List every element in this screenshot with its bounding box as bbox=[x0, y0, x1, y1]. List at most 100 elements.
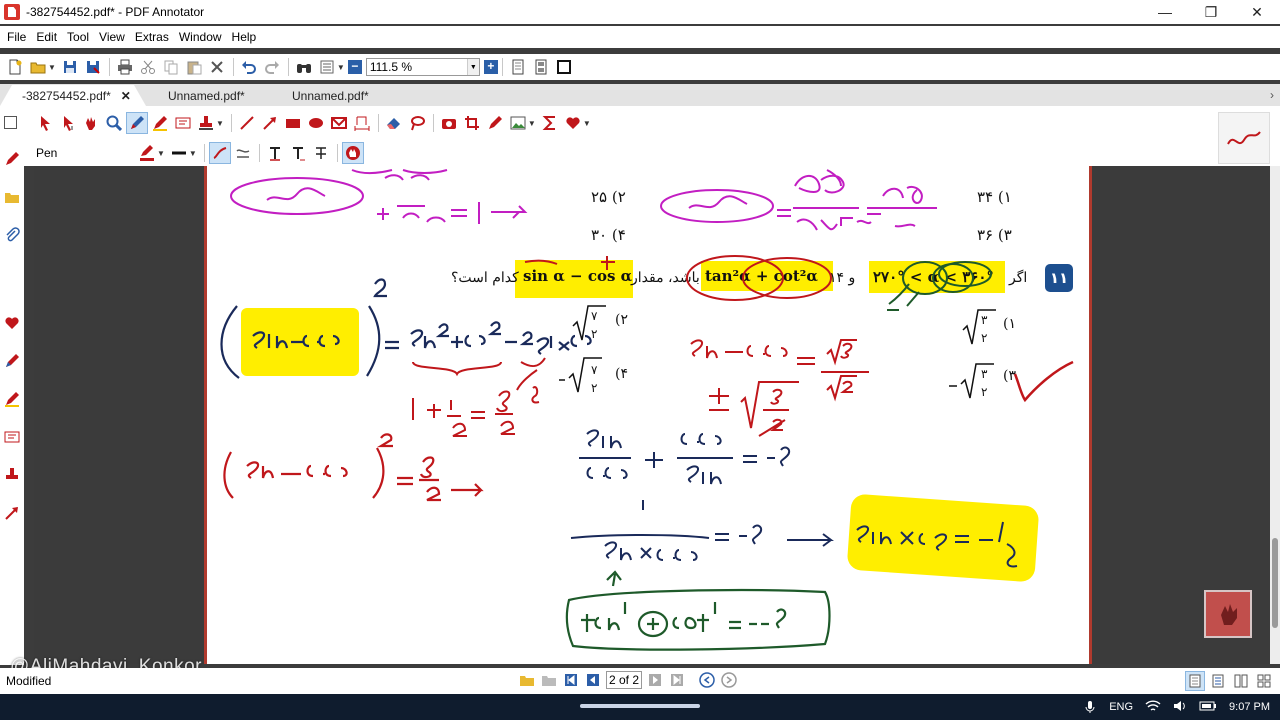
delete-icon[interactable] bbox=[206, 56, 228, 78]
battery-icon[interactable] bbox=[1199, 701, 1217, 714]
text-size-icon[interactable] bbox=[287, 142, 309, 164]
close-window-button[interactable]: ✕ bbox=[1234, 0, 1280, 24]
view-grid-icon[interactable] bbox=[1254, 671, 1274, 691]
favorites-heart-icon[interactable] bbox=[562, 112, 584, 134]
stamp-icon[interactable] bbox=[195, 112, 217, 134]
arrow-tool-icon[interactable] bbox=[259, 112, 281, 134]
open-folder-icon[interactable] bbox=[27, 56, 49, 78]
view-continuous-icon[interactable] bbox=[1208, 671, 1228, 691]
sidebar-folder-icon[interactable] bbox=[0, 178, 24, 216]
text-select-icon[interactable] bbox=[57, 112, 79, 134]
zoom-input[interactable]: 111.5 % ▼ bbox=[365, 58, 480, 76]
check-mark-tool-icon[interactable] bbox=[328, 112, 350, 134]
open-folder-nav-icon[interactable] bbox=[518, 671, 536, 689]
pencil-ruler-icon[interactable] bbox=[484, 112, 506, 134]
next-page-icon[interactable] bbox=[646, 671, 664, 689]
select-arrow-icon[interactable] bbox=[34, 112, 56, 134]
zoom-dropdown-icon[interactable]: ▼ bbox=[466, 59, 479, 75]
line-tool-icon[interactable] bbox=[236, 112, 258, 134]
pen-color-dropdown-icon[interactable]: ▼ bbox=[157, 149, 165, 158]
floating-hand-button[interactable] bbox=[1204, 590, 1252, 638]
zoom-in-button[interactable]: + bbox=[483, 60, 498, 74]
sidebar-stamp-icon[interactable] bbox=[0, 456, 24, 494]
language-indicator[interactable]: ENG bbox=[1109, 701, 1133, 713]
menu-help[interactable]: Help bbox=[227, 30, 262, 44]
favorites-dropdown-icon[interactable]: ▼ bbox=[583, 119, 591, 128]
last-page-icon[interactable] bbox=[668, 671, 686, 689]
menu-extras[interactable]: Extras bbox=[130, 30, 174, 44]
lasso-icon[interactable] bbox=[406, 112, 428, 134]
ellipse-tool-icon[interactable] bbox=[305, 112, 327, 134]
minimize-button[interactable]: — bbox=[1142, 0, 1188, 24]
zoom-out-button[interactable]: − bbox=[347, 60, 362, 74]
view-two-page-icon[interactable] bbox=[1231, 671, 1251, 691]
first-page-icon[interactable] bbox=[562, 671, 580, 689]
line-style-dropdown-icon[interactable]: ▼ bbox=[189, 149, 197, 158]
find-binoculars-icon[interactable] bbox=[293, 56, 315, 78]
presentation-pointer-icon[interactable] bbox=[341, 142, 364, 164]
page-number-input[interactable]: 2 of 2 bbox=[606, 671, 642, 689]
tab-document-1[interactable]: -382754452.pdf* ✕ bbox=[0, 85, 146, 106]
sidebar-arrow-icon[interactable] bbox=[0, 494, 24, 532]
sidebar-attachment-icon[interactable] bbox=[0, 216, 24, 254]
tab-scroll-right-icon[interactable]: › bbox=[1270, 88, 1274, 102]
sidebar-pen-red-icon[interactable] bbox=[0, 140, 24, 178]
crop-icon[interactable] bbox=[461, 112, 483, 134]
pen-color-icon[interactable] bbox=[136, 142, 158, 164]
fullscreen-icon[interactable] bbox=[553, 56, 575, 78]
volume-icon[interactable] bbox=[1173, 700, 1187, 715]
highlighter-icon[interactable] bbox=[149, 112, 171, 134]
sidebar-highlighter-icon[interactable] bbox=[0, 380, 24, 418]
text-font-icon[interactable] bbox=[264, 142, 286, 164]
tab-document-3[interactable]: Unnamed.pdf* bbox=[270, 85, 394, 106]
previous-page-icon[interactable] bbox=[584, 671, 602, 689]
cut-icon[interactable] bbox=[137, 56, 159, 78]
measure-tool-icon[interactable] bbox=[351, 112, 373, 134]
new-document-icon[interactable] bbox=[4, 56, 26, 78]
history-back-icon[interactable] bbox=[698, 671, 716, 689]
rectangle-tool-icon[interactable] bbox=[282, 112, 304, 134]
continuous-view-icon[interactable] bbox=[530, 56, 552, 78]
print-icon[interactable] bbox=[114, 56, 136, 78]
microphone-icon[interactable] bbox=[1083, 700, 1097, 714]
sidebar-pen-blue-icon[interactable] bbox=[0, 342, 24, 380]
paste-icon[interactable] bbox=[183, 56, 205, 78]
tab-close-icon[interactable]: ✕ bbox=[121, 89, 131, 103]
open-dropdown-icon[interactable]: ▼ bbox=[48, 63, 56, 72]
sidebar-textbox-icon[interactable] bbox=[0, 418, 24, 456]
zoom-tool-icon[interactable] bbox=[103, 112, 125, 134]
menu-window[interactable]: Window bbox=[174, 30, 227, 44]
insert-image-icon[interactable] bbox=[507, 112, 529, 134]
tab-document-2[interactable]: Unnamed.pdf* bbox=[146, 85, 270, 106]
save-icon[interactable] bbox=[59, 56, 81, 78]
text-box-icon[interactable] bbox=[172, 112, 194, 134]
scrollbar-thumb[interactable] bbox=[1272, 538, 1278, 628]
vertical-scrollbar[interactable] bbox=[1270, 166, 1280, 664]
history-forward-icon[interactable] bbox=[720, 671, 738, 689]
smooth-stroke-icon[interactable] bbox=[208, 142, 231, 164]
stroke-correction-icon[interactable] bbox=[232, 142, 254, 164]
eraser-icon[interactable] bbox=[383, 112, 405, 134]
layout-dropdown-icon[interactable]: ▼ bbox=[337, 63, 345, 72]
menu-edit[interactable]: Edit bbox=[31, 30, 62, 44]
pen-tool-icon[interactable] bbox=[126, 112, 148, 134]
maximize-button[interactable]: ❐ bbox=[1188, 0, 1234, 24]
hand-pan-icon[interactable] bbox=[80, 112, 102, 134]
menu-tool[interactable]: Tool bbox=[62, 30, 94, 44]
stamp-dropdown-icon[interactable]: ▼ bbox=[216, 119, 224, 128]
save-as-icon[interactable] bbox=[82, 56, 104, 78]
menu-file[interactable]: File bbox=[2, 30, 31, 44]
text-strike-icon[interactable] bbox=[310, 142, 332, 164]
pdf-page[interactable]: ۲۵ (۲ ۳۰ (۴ ۳۴ (۱ ۳۶ (۳ ۱۱ اگر ۲۷۰° < α … bbox=[204, 166, 1092, 664]
undo-icon[interactable] bbox=[238, 56, 260, 78]
sidebar-heart-icon[interactable] bbox=[0, 304, 24, 342]
view-single-icon[interactable] bbox=[1185, 671, 1205, 691]
menu-view[interactable]: View bbox=[94, 30, 130, 44]
line-style-icon[interactable] bbox=[168, 142, 190, 164]
document-view[interactable]: ۲۵ (۲ ۳۰ (۴ ۳۴ (۱ ۳۶ (۳ ۱۱ اگر ۲۷۰° < α … bbox=[34, 166, 1270, 664]
wifi-icon[interactable] bbox=[1145, 699, 1161, 715]
sidebar-toggle-checkbox[interactable] bbox=[4, 116, 17, 129]
image-dropdown-icon[interactable]: ▼ bbox=[528, 119, 536, 128]
copy-icon[interactable] bbox=[160, 56, 182, 78]
properties-nav-icon[interactable] bbox=[540, 671, 558, 689]
